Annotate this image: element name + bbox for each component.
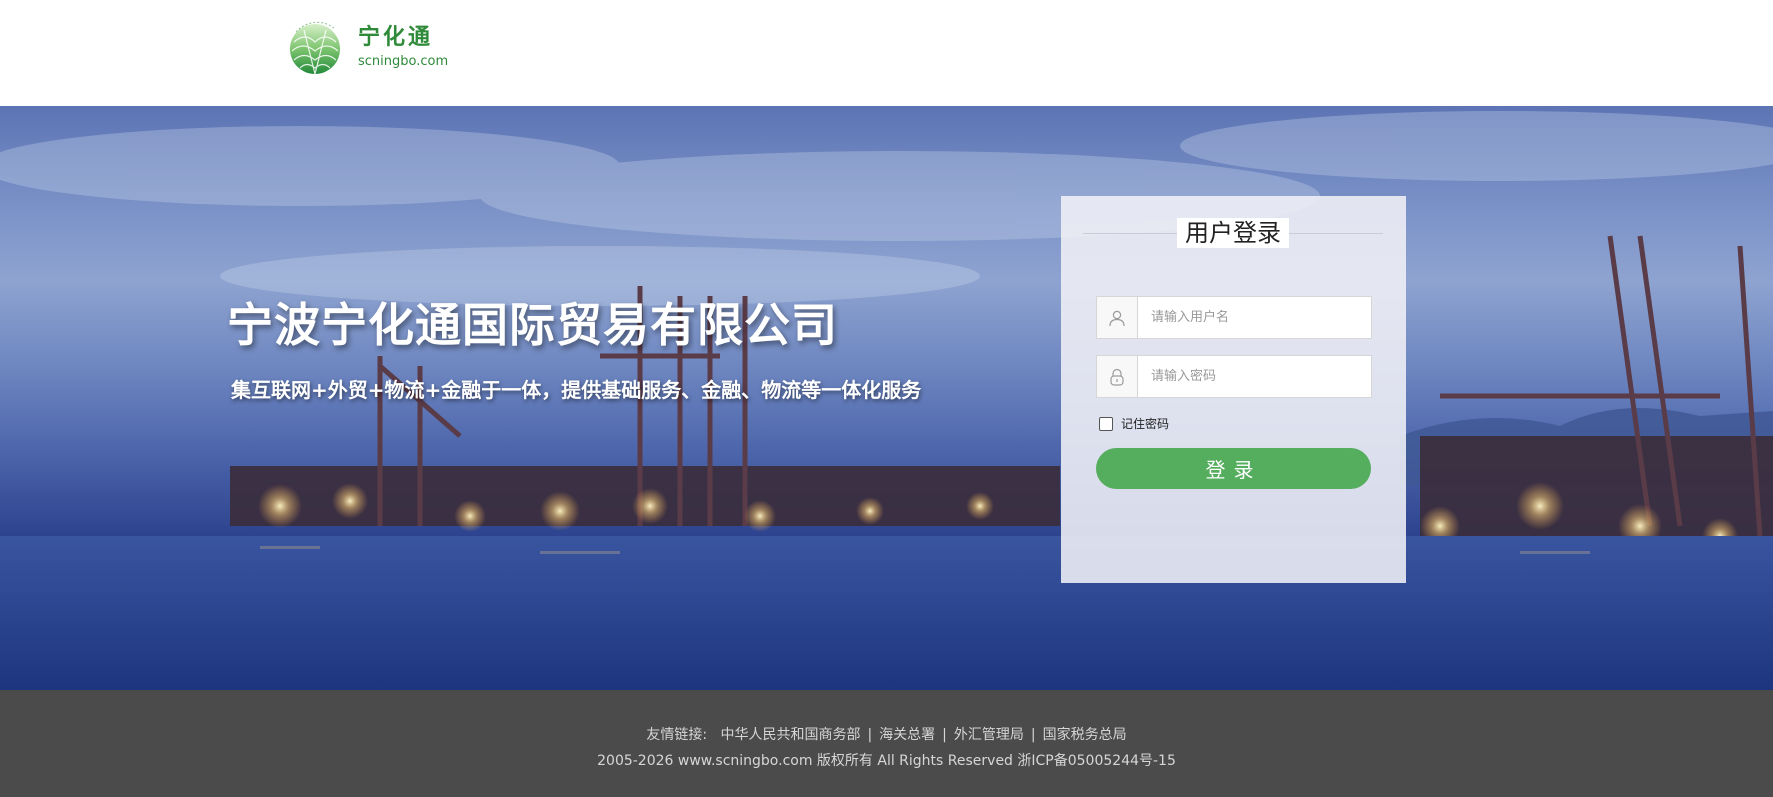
remember-label[interactable]: 记住密码 bbox=[1121, 415, 1169, 432]
logo-domain: scningbo.com bbox=[358, 53, 449, 69]
copyright-text: 2005-2026 www.scningbo.com 版权所有 All Righ… bbox=[597, 753, 1176, 769]
password-field bbox=[1096, 355, 1372, 398]
link-separator: | bbox=[1030, 727, 1036, 743]
user-icon bbox=[1097, 297, 1138, 338]
login-button[interactable]: 登录 bbox=[1096, 448, 1371, 489]
username-field bbox=[1096, 296, 1372, 339]
username-input[interactable] bbox=[1138, 297, 1371, 338]
site-logo[interactable]: 宁化通 scningbo.com bbox=[288, 18, 448, 76]
footer-link-tax[interactable]: 国家税务总局 bbox=[1043, 727, 1127, 743]
login-panel: 用户登录 记住密码 登录 bbox=[1061, 196, 1406, 583]
footer-link-safe[interactable]: 外汇管理局 bbox=[954, 727, 1024, 743]
link-separator: | bbox=[867, 727, 873, 743]
company-name-heading: 宁波宁化通国际贸易有限公司 bbox=[227, 298, 838, 352]
hero-banner: 宁波宁化通国际贸易有限公司 集互联网+外贸+物流+金融于一体，提供基础服务、金融… bbox=[0, 106, 1773, 690]
friend-links-label: 友情链接: bbox=[646, 727, 708, 743]
remember-checkbox[interactable] bbox=[1099, 416, 1113, 431]
friend-links: 友情链接: 中华人民共和国商务部 | 海关总署 | 外汇管理局 | 国家税务总局 bbox=[0, 724, 1773, 744]
login-heading: 用户登录 bbox=[1177, 218, 1289, 248]
remember-password[interactable]: 记住密码 bbox=[1099, 415, 1169, 432]
logo-globe-icon bbox=[290, 21, 340, 75]
login-heading-wrap: 用户登录 bbox=[1083, 218, 1383, 248]
site-header: 宁化通 scningbo.com bbox=[0, 0, 1773, 106]
link-separator: | bbox=[942, 727, 947, 743]
password-input[interactable] bbox=[1138, 356, 1371, 397]
site-footer: 友情链接: 中华人民共和国商务部 | 海关总署 | 外汇管理局 | 国家税务总局 2005-… bbox=[0, 690, 1773, 797]
footer-link-mofcom[interactable]: 中华人民共和国商务部 bbox=[720, 727, 860, 743]
lock-icon bbox=[1097, 356, 1138, 397]
logo-name: 宁化通 bbox=[358, 24, 434, 50]
company-slogan: 集互联网+外贸+物流+金融于一体，提供基础服务、金融、物流等一体化服务 bbox=[231, 378, 922, 402]
footer-link-customs[interactable]: 海关总署 bbox=[879, 727, 935, 743]
